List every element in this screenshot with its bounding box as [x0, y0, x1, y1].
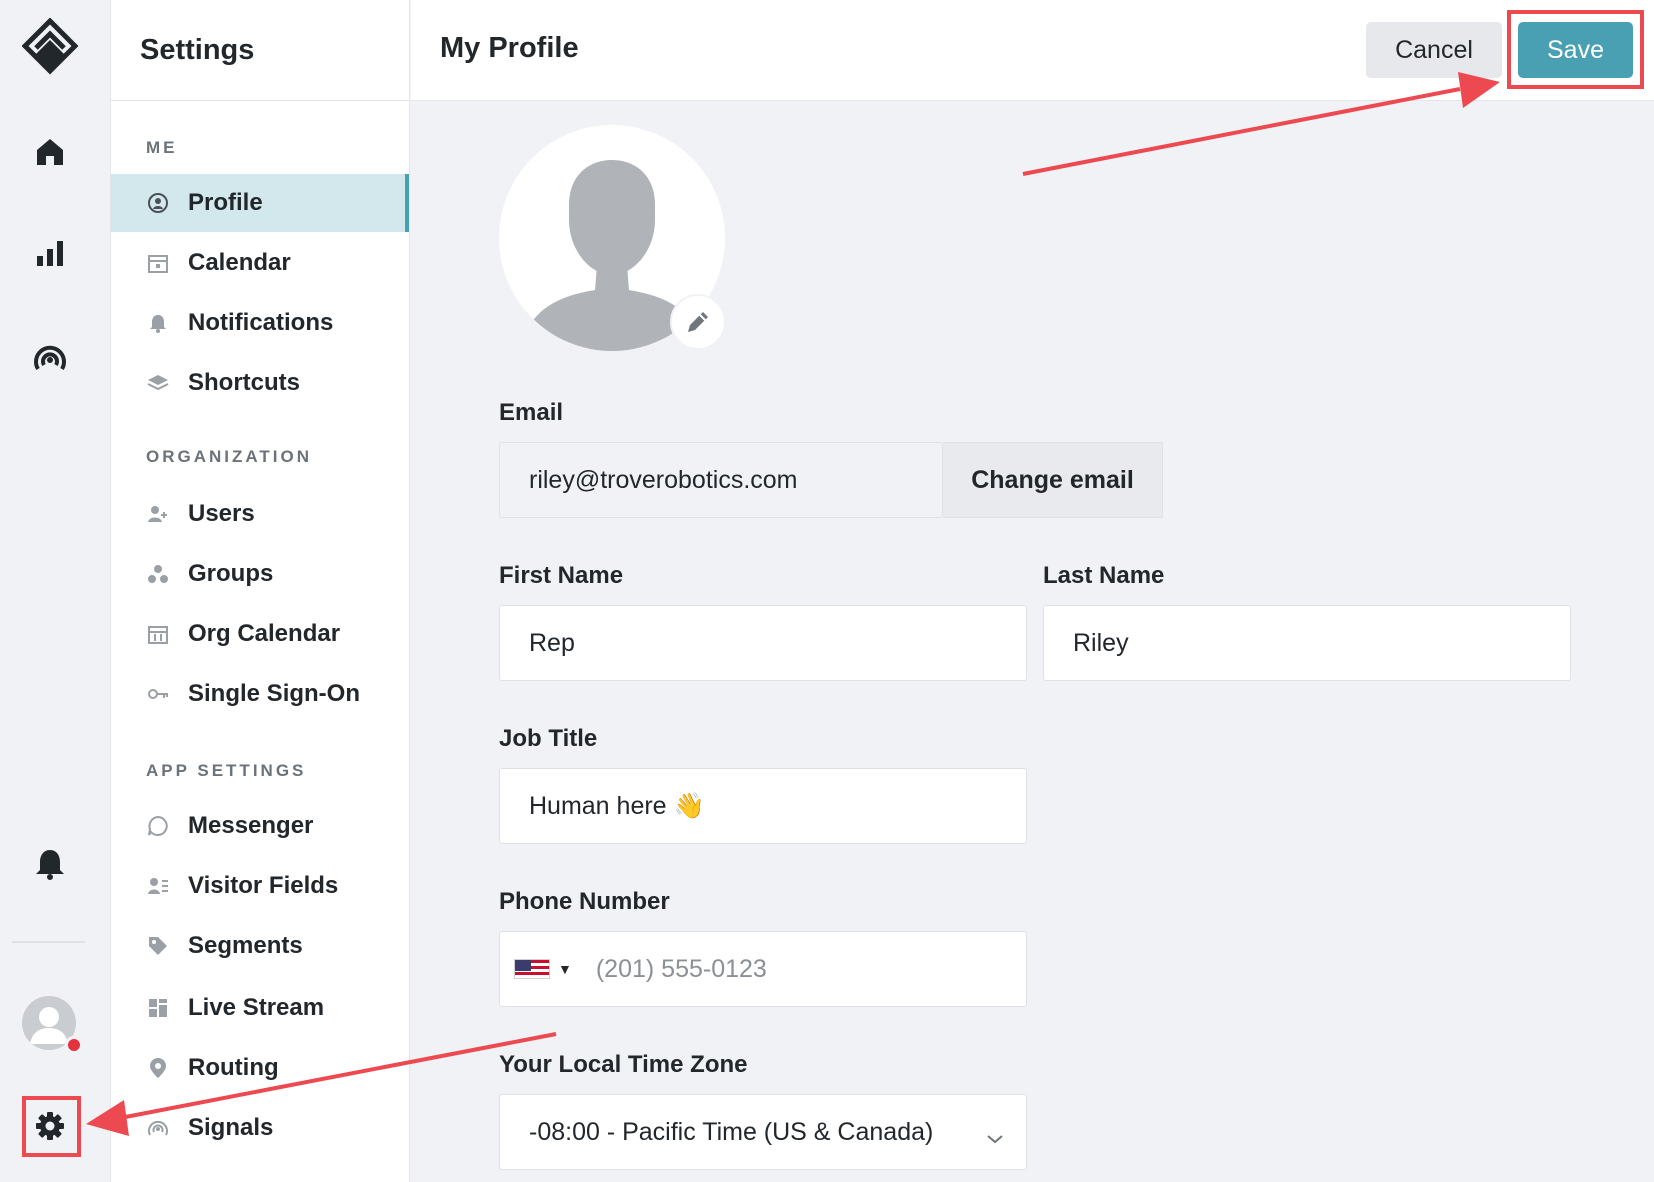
- signal-icon: [146, 1116, 170, 1140]
- rail-divider: [12, 941, 85, 943]
- last-name-input[interactable]: Riley: [1043, 605, 1571, 681]
- calendar-icon: [146, 251, 170, 275]
- live-stream-icon: [146, 996, 170, 1020]
- us-flag-icon[interactable]: [514, 959, 550, 979]
- signal-icon[interactable]: [0, 338, 100, 378]
- sidebar-item-label: Users: [188, 500, 255, 527]
- sidebar-item-label: Visitor Fields: [188, 872, 339, 899]
- sidebar-item-profile[interactable]: Profile: [111, 174, 409, 232]
- sidebar-item-label: Segments: [188, 932, 303, 959]
- sidebar-item-label: Messenger: [188, 812, 314, 839]
- first-name-label: First Name: [499, 562, 624, 589]
- last-name-label: Last Name: [1043, 562, 1165, 589]
- sidebar-item-label: Signals: [188, 1114, 274, 1141]
- app-logo-icon[interactable]: [0, 14, 100, 84]
- sidebar-item-single-sign-on[interactable]: Single Sign-On: [111, 665, 409, 723]
- bell-icon[interactable]: [0, 844, 100, 884]
- section-label-me: ME: [146, 138, 178, 157]
- chat-bubble-icon: [146, 814, 170, 838]
- sidebar-item-messenger[interactable]: Messenger: [111, 797, 409, 855]
- bar-chart-icon[interactable]: [0, 234, 100, 274]
- section-label-organization: ORGANIZATION: [146, 447, 313, 466]
- sidebar-item-label: Calendar: [188, 249, 291, 276]
- sidebar-item-label: Live Stream: [188, 994, 325, 1021]
- tag-icon: [146, 934, 170, 958]
- sidebar-item-org-calendar[interactable]: Org Calendar: [111, 605, 409, 663]
- profile-form: Email riley@troverobotics.com Change ema…: [411, 101, 1654, 1182]
- icon-rail: [0, 0, 111, 1182]
- sidebar-header: Settings: [111, 0, 409, 101]
- timezone-select[interactable]: -08:00 - Pacific Time (US & Canada): [499, 1094, 1027, 1170]
- org-calendar-icon: [146, 622, 170, 646]
- email-label: Email: [499, 399, 564, 426]
- cancel-button[interactable]: Cancel: [1366, 22, 1502, 78]
- location-pin-icon: [146, 1056, 170, 1080]
- sidebar-item-live-stream[interactable]: Live Stream: [111, 979, 409, 1037]
- timezone-label: Your Local Time Zone: [499, 1051, 748, 1078]
- sidebar-item-label: Profile: [188, 189, 263, 216]
- section-label-app-settings: APP SETTINGS: [146, 761, 307, 780]
- page-title: My Profile: [440, 32, 579, 64]
- settings-sidebar: Settings ME Profile Calendar Notificatio…: [111, 0, 410, 1182]
- first-name-input[interactable]: Rep: [499, 605, 1027, 681]
- job-title-input[interactable]: Human here 👋: [499, 768, 1027, 844]
- sidebar-item-label: Org Calendar: [188, 620, 341, 647]
- sidebar-title: Settings: [140, 33, 255, 66]
- sidebar-item-users[interactable]: Users: [111, 485, 409, 543]
- sidebar-item-calendar[interactable]: Calendar: [111, 234, 409, 292]
- visitor-fields-icon: [146, 874, 170, 898]
- sidebar-item-shortcuts[interactable]: Shortcuts: [111, 354, 409, 412]
- page-header: My Profile Cancel Save: [411, 0, 1654, 101]
- caret-down-icon[interactable]: ▼: [558, 961, 572, 977]
- sidebar-item-routing[interactable]: Routing: [111, 1039, 409, 1097]
- settings-highlight-box: [22, 1096, 81, 1157]
- sidebar-item-segments[interactable]: Segments: [111, 917, 409, 975]
- bell-icon: [146, 311, 170, 335]
- email-field: riley@troverobotics.com: [499, 442, 943, 518]
- sidebar-item-visitor-fields[interactable]: Visitor Fields: [111, 857, 409, 915]
- sidebar-item-label: Routing: [188, 1054, 279, 1081]
- timezone-value: -08:00 - Pacific Time (US & Canada): [529, 1117, 934, 1146]
- home-icon[interactable]: [0, 132, 100, 172]
- sidebar-item-label: Notifications: [188, 309, 334, 336]
- phone-number-label: Phone Number: [499, 888, 670, 915]
- save-highlight-box: [1507, 10, 1644, 89]
- edit-avatar-button[interactable]: [670, 294, 726, 350]
- sidebar-item-label: Groups: [188, 560, 274, 587]
- user-plus-icon: [146, 502, 170, 526]
- change-email-button[interactable]: Change email: [943, 442, 1163, 518]
- phone-number-input[interactable]: ▼ (201) 555-0123: [499, 931, 1027, 1007]
- phone-placeholder: (201) 555-0123: [595, 954, 767, 983]
- chevron-down-icon: [986, 1123, 1004, 1152]
- key-icon: [146, 682, 170, 706]
- layers-icon: [146, 371, 170, 395]
- pencil-icon: [684, 308, 712, 336]
- sidebar-item-label: Single Sign-On: [188, 680, 360, 707]
- user-circle-icon: [146, 191, 170, 215]
- sidebar-item-groups[interactable]: Groups: [111, 545, 409, 603]
- sidebar-item-label: Shortcuts: [188, 369, 301, 396]
- job-title-label: Job Title: [499, 725, 598, 752]
- sidebar-item-notifications[interactable]: Notifications: [111, 294, 409, 352]
- groups-icon: [146, 562, 170, 586]
- notification-dot: [65, 1036, 83, 1054]
- sidebar-item-signals[interactable]: Signals: [111, 1099, 409, 1157]
